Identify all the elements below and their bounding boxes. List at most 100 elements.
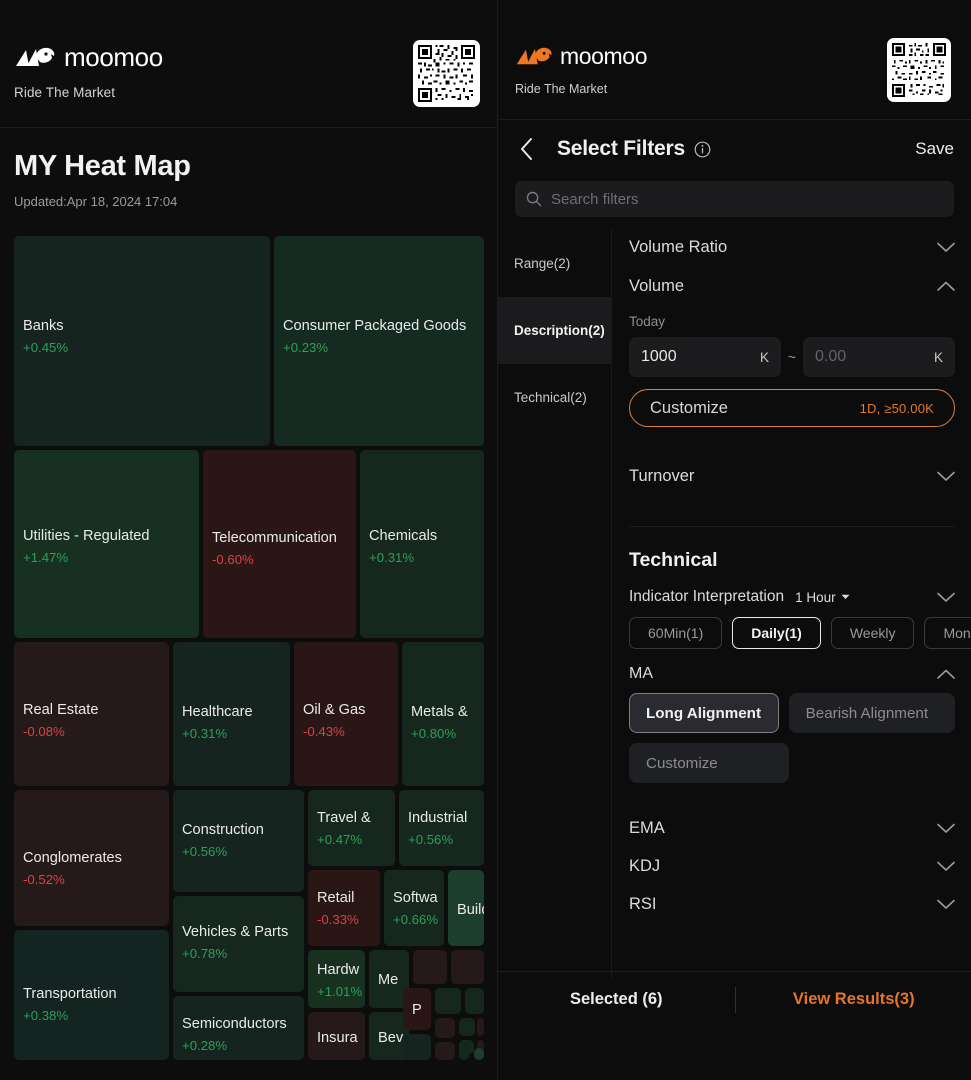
save-button[interactable]: Save (915, 139, 954, 159)
volume-min-input[interactable]: 1000 K (629, 337, 781, 377)
heatmap-tile-change: +1.47% (23, 550, 69, 565)
heatmap-tile-name: Real Estate (23, 702, 99, 718)
heatmap-tile-name: Buildi (457, 902, 484, 918)
ma-customize-button[interactable]: Customize (629, 743, 789, 783)
heatmap-tile-small[interactable] (403, 1034, 431, 1060)
section-divider (629, 526, 955, 527)
heatmap-tile[interactable]: Vehicles & Parts +0.78% (173, 896, 304, 992)
range-separator: ~ (787, 349, 797, 365)
heatmap-tile-small[interactable] (413, 950, 447, 984)
heatmap-tile[interactable]: Retail -0.33% (308, 870, 380, 946)
heatmap-tile-small[interactable] (435, 1018, 455, 1038)
accordion-ma[interactable]: MA (629, 665, 955, 683)
selected-count-button[interactable]: Selected (6) (498, 990, 735, 1009)
filters-body: Range(2) Description(2) Technical(2) Vol… (498, 228, 971, 978)
accordion-ema[interactable]: EMA (629, 809, 955, 847)
heatmap-tile[interactable]: Industrial +0.56% (399, 790, 484, 866)
accordion-rsi[interactable]: RSI (629, 885, 955, 923)
heatmap-tile-change: -0.33% (317, 912, 359, 927)
chip-60min[interactable]: 60Min(1) (629, 617, 723, 649)
right-brand-bar: moomoo Ride The Market (498, 0, 971, 120)
heatmap-tile[interactable]: Hardw +1.01% (308, 950, 365, 1008)
heatmap-tile-small[interactable] (459, 1018, 475, 1036)
page-title: MY Heat Map (14, 150, 191, 182)
heatmap-tile[interactable]: Real Estate -0.08% (14, 642, 169, 786)
heatmap-tile[interactable]: Construction +0.56% (173, 790, 304, 892)
chip-60min-label: 60Min(1) (648, 625, 704, 641)
heatmap-tile[interactable]: Insura (308, 1012, 365, 1060)
sector-heatmap: Banks +0.45% Consumer Packaged Goods +0.23%… (14, 236, 484, 1069)
chevron-left-icon[interactable] (515, 138, 537, 160)
heatmap-tile-small[interactable] (435, 1042, 455, 1060)
accordion-turnover[interactable]: Turnover (629, 457, 955, 496)
heatmap-tile[interactable]: Oil & Gas -0.43% (294, 642, 398, 786)
heatmap-tile[interactable]: P (403, 988, 431, 1030)
accordion-volume-ratio-label: Volume Ratio (629, 238, 728, 256)
heatmap-tile[interactable]: Travel & +0.47% (308, 790, 395, 866)
heatmap-tile-name: Bev (378, 1030, 404, 1046)
heatmap-tile-small[interactable] (465, 988, 484, 1014)
volume-range-row: 1000 K ~ 0.00 K (629, 337, 955, 377)
search-input[interactable]: Search filters (515, 181, 954, 217)
heatmap-tile[interactable]: Telecommunication -0.60% (203, 450, 356, 638)
accordion-volume-ratio[interactable]: Volume Ratio (629, 228, 955, 267)
tab-range[interactable]: Range(2) (498, 230, 611, 297)
tab-technical[interactable]: Technical(2) (498, 364, 611, 431)
heatmap-tile-change: +1.01% (317, 984, 363, 999)
indicator-period-dropdown[interactable]: 1 Hour (795, 590, 850, 605)
ma-bearish-alignment-button[interactable]: Bearish Alignment (788, 693, 955, 733)
heatmap-tile[interactable]: Consumer Packaged Goods +0.23% (274, 236, 484, 446)
volume-max-input[interactable]: 0.00 K (803, 337, 955, 377)
heatmap-tile-change: +0.80% (411, 726, 457, 741)
heatmap-tile[interactable]: Banks +0.45% (14, 236, 270, 446)
heatmap-tile-small[interactable] (474, 1048, 484, 1060)
accordion-kdj[interactable]: KDJ (629, 847, 955, 885)
volume-today-label: Today (629, 314, 666, 329)
filter-category-tabs: Range(2) Description(2) Technical(2) (498, 228, 611, 978)
chevron-up-icon (937, 669, 955, 680)
chevron-down-icon (937, 823, 955, 834)
heatmap-tile[interactable]: Softwa +0.66% (384, 870, 444, 946)
heatmap-tile[interactable]: Healthcare +0.31% (173, 642, 290, 786)
chip-monthly[interactable]: Monthl (924, 617, 971, 649)
ma-long-alignment-button[interactable]: Long Alignment (629, 693, 779, 733)
heatmap-tile-name: Me (378, 972, 399, 988)
search-icon (526, 191, 542, 207)
moomoo-bull-logo-icon (14, 45, 58, 71)
heatmap-tile-name: Travel & (317, 810, 371, 826)
heatmap-tile-change: +0.56% (182, 844, 228, 859)
tab-description-label: Description(2) (514, 323, 605, 338)
indicator-interpretation-row[interactable]: Indicator Interpretation 1 Hour (629, 588, 955, 606)
heatmap-tile-small[interactable] (477, 1018, 484, 1036)
chip-weekly[interactable]: Weekly (830, 617, 915, 649)
heatmap-tile-name: P (412, 1002, 422, 1018)
filters-scroll-pane[interactable]: Volume Ratio Volume Today 1000 K ~ 0.00 … (611, 228, 971, 978)
heatmap-tile-small[interactable] (435, 988, 461, 1014)
heatmap-tile-change: +0.23% (283, 340, 329, 355)
heatmap-tile-name: Oil & Gas (303, 702, 366, 718)
accordion-ema-label: EMA (629, 818, 665, 837)
accordion-volume[interactable]: Volume (629, 267, 955, 306)
heatmap-tile-small[interactable] (451, 950, 484, 984)
heatmap-tile-small[interactable] (459, 1048, 469, 1060)
view-results-button[interactable]: View Results(3) (736, 990, 971, 1009)
accordion-turnover-label: Turnover (629, 467, 695, 485)
heatmap-tile[interactable]: Conglomerates -0.52% (14, 790, 169, 926)
updated-timestamp: Updated:Apr 18, 2024 17:04 (14, 194, 178, 209)
heatmap-tile-name: Conglomerates (23, 850, 122, 866)
heatmap-tile-change: +0.38% (23, 1008, 69, 1023)
heatmap-tile[interactable]: Chemicals +0.31% (360, 450, 484, 638)
heatmap-tile[interactable]: Utilities - Regulated +1.47% (14, 450, 199, 638)
heatmap-tile-change: +0.78% (182, 946, 228, 961)
tab-description[interactable]: Description(2) (498, 297, 611, 364)
heatmap-tile[interactable]: Buildi (448, 870, 484, 946)
info-circle-icon[interactable] (694, 141, 711, 158)
chip-daily[interactable]: Daily(1) (732, 617, 821, 649)
volume-customize-chip[interactable]: Customize 1D, ≥50.00K (629, 389, 955, 427)
heatmap-tile[interactable]: Transportation +0.38% (14, 930, 169, 1060)
heatmap-tile-name: Insura (317, 1030, 358, 1046)
chevron-down-icon (937, 242, 955, 253)
heatmap-tile[interactable]: Metals & +0.80% (402, 642, 484, 786)
heatmap-tile-name: Industrial (408, 810, 468, 826)
heatmap-tile[interactable]: Semiconductors +0.28% (173, 996, 304, 1060)
